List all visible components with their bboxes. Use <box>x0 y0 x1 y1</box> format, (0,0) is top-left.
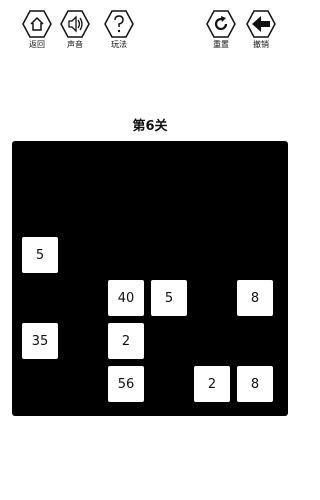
number-tile[interactable]: 35 <box>22 323 58 359</box>
sound-label: 声音 <box>67 40 83 49</box>
game-board: 5 40 5 8 35 2 56 2 8 <box>12 141 288 416</box>
home-icon <box>22 10 52 38</box>
number-tile[interactable]: 56 <box>108 366 144 402</box>
reset-label: 重置 <box>213 40 229 49</box>
number-tile[interactable]: 5 <box>22 237 58 273</box>
number-tile[interactable]: 8 <box>237 366 273 402</box>
reset-button[interactable]: 重置 <box>206 10 236 50</box>
arrow-left-icon <box>246 10 276 38</box>
speaker-icon <box>60 10 90 38</box>
number-tile[interactable]: 5 <box>151 280 187 316</box>
sound-button[interactable]: 声音 <box>60 10 90 50</box>
question-icon <box>104 10 134 38</box>
help-label: 玩法 <box>111 40 127 49</box>
undo-label: 撤销 <box>253 40 269 49</box>
refresh-icon <box>206 10 236 38</box>
number-tile[interactable]: 2 <box>108 323 144 359</box>
number-tile[interactable]: 40 <box>108 280 144 316</box>
back-button[interactable]: 返回 <box>22 10 52 50</box>
undo-button[interactable]: 撤销 <box>246 10 276 50</box>
number-tile[interactable]: 2 <box>194 366 230 402</box>
number-tile[interactable]: 8 <box>237 280 273 316</box>
help-button[interactable]: 玩法 <box>104 10 134 50</box>
back-label: 返回 <box>29 40 45 49</box>
level-title: 第6关 <box>132 119 168 134</box>
